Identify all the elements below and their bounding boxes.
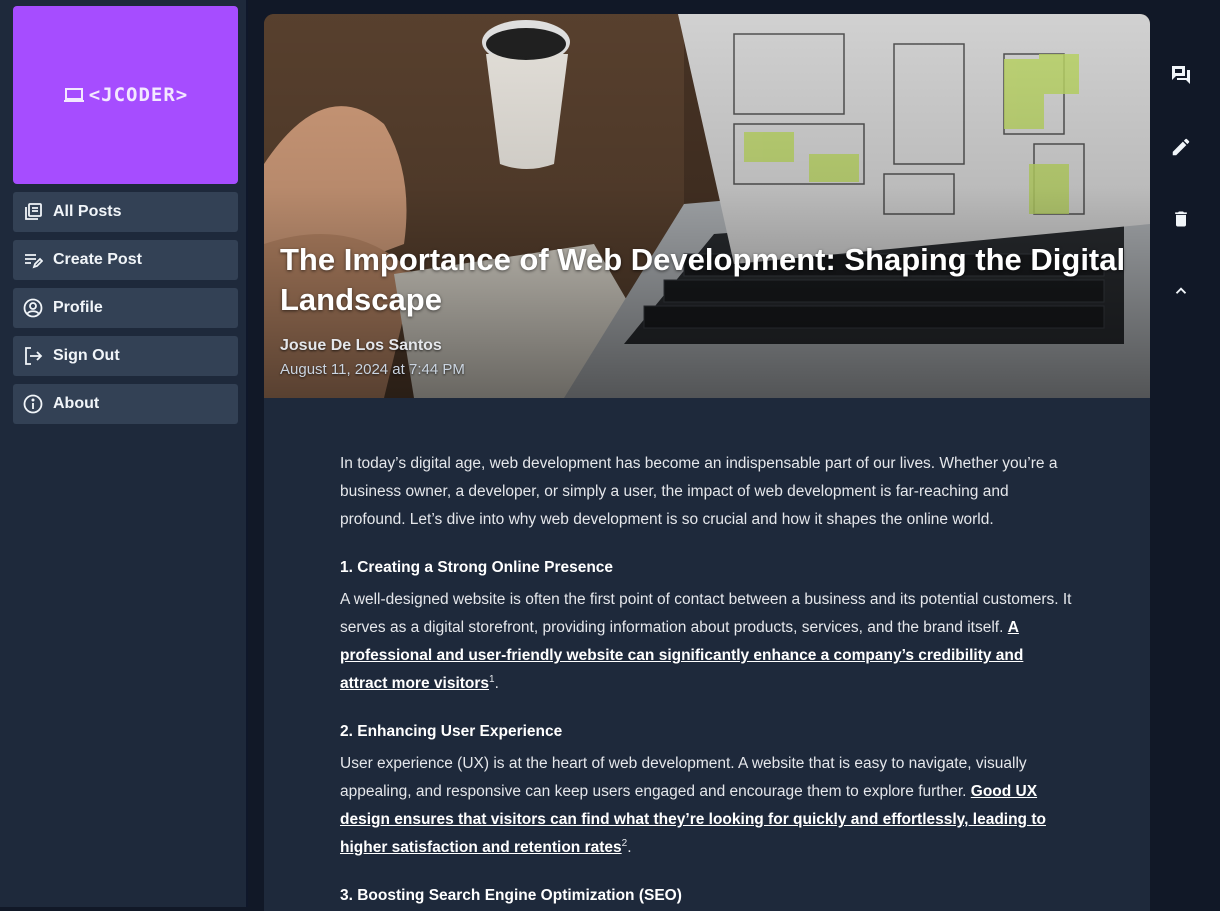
comments-button[interactable] — [1164, 58, 1198, 92]
logout-icon — [23, 346, 43, 366]
section-paragraph: A well-designed website is often the fir… — [340, 586, 1074, 698]
chevron-up-icon — [1175, 287, 1187, 294]
delete-button[interactable] — [1164, 202, 1198, 236]
section-heading: 2. Enhancing User Experience — [340, 723, 563, 740]
delete-icon — [1175, 211, 1187, 227]
sidebar-item-label: Profile — [53, 299, 103, 316]
post-title: The Importance of Web Development: Shapi… — [280, 242, 1126, 317]
sidebar-item-all-posts[interactable]: All Posts — [13, 192, 238, 232]
section-heading: 3. Boosting Search Engine Optimization (… — [340, 887, 682, 904]
post-intro: In today’s digital age, web development … — [340, 455, 1058, 528]
section-tail: . — [627, 839, 632, 856]
post-panel: The Importance of Web Development: Shapi… — [264, 14, 1150, 911]
edit-button[interactable] — [1164, 130, 1198, 164]
post-author[interactable]: Josue De Los Santos — [280, 337, 442, 355]
sidebar-item-label: All Posts — [53, 203, 122, 220]
post-hero: The Importance of Web Development: Shapi… — [264, 14, 1150, 398]
sidebar-item-label: Sign Out — [53, 347, 120, 364]
sidebar-item-sign-out[interactable]: Sign Out — [13, 336, 238, 376]
edit-icon — [1172, 138, 1190, 156]
logo-box[interactable]: <JCODER> — [13, 6, 238, 184]
info-icon — [23, 394, 43, 414]
laptop-icon — [63, 88, 84, 102]
comments-icon — [1172, 66, 1190, 84]
sidebar-item-label: Create Post — [53, 251, 142, 268]
logo-text: <JCODER> — [88, 84, 189, 106]
edit-note-icon — [23, 250, 43, 270]
post-date: August 11, 2024 at 7:44 PM — [280, 361, 465, 378]
account-circle-icon — [23, 298, 43, 318]
post-actions — [1164, 58, 1198, 346]
post-content: In today’s digital age, web development … — [264, 398, 1150, 908]
sidebar: <JCODER> All Posts Create Post Profile S… — [0, 0, 248, 907]
section-paragraph: User experience (UX) is at the heart of … — [340, 750, 1074, 862]
section-text: A well-designed website is often the fir… — [340, 591, 1072, 636]
sidebar-nav: All Posts Create Post Profile Sign Out A… — [13, 192, 238, 424]
section-text: User experience (UX) is at the heart of … — [340, 755, 1027, 800]
sidebar-item-label: About — [53, 395, 100, 412]
logo: <JCODER> — [63, 84, 189, 106]
sidebar-item-profile[interactable]: Profile — [13, 288, 238, 328]
sidebar-item-about[interactable]: About — [13, 384, 238, 424]
section-heading: 1. Creating a Strong Online Presence — [340, 559, 614, 576]
collapse-button[interactable] — [1164, 274, 1198, 308]
sidebar-item-create-post[interactable]: Create Post — [13, 240, 238, 280]
library-icon — [23, 202, 43, 222]
section-tail: . — [494, 675, 499, 692]
